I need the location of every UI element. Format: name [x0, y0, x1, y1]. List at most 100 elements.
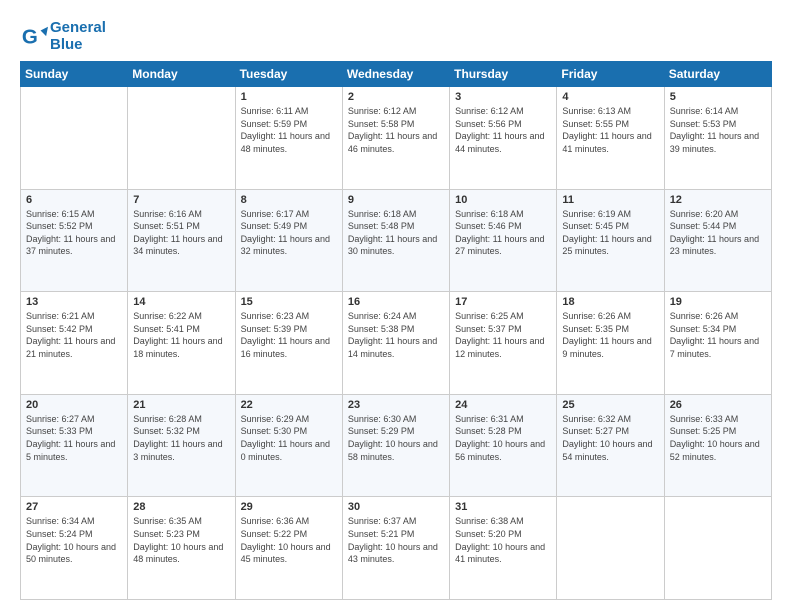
- day-cell-21: 21 Sunrise: 6:28 AM Sunset: 5:32 PM Dayli…: [128, 394, 235, 497]
- weekday-header-monday: Monday: [128, 62, 235, 87]
- day-info: Sunrise: 6:13 AM Sunset: 5:55 PM Dayligh…: [562, 105, 658, 155]
- logo-blue: Blue: [50, 37, 106, 54]
- day-cell-7: 7 Sunrise: 6:16 AM Sunset: 5:51 PM Daylig…: [128, 189, 235, 292]
- week-row-4: 20Sunrise: 6:27 AM Sunset: 5:33 PM Dayli…: [21, 394, 772, 497]
- logo-icon: G: [20, 23, 48, 51]
- day-info: Sunrise: 6:26 AM Sunset: 5:35 PM Dayligh…: [562, 310, 658, 360]
- weekday-header-sunday: Sunday: [21, 62, 128, 87]
- day-info: Sunrise: 6:11 AM Sunset: 5:59 PM Dayligh…: [241, 105, 337, 155]
- day-cell-5: 5 Sunrise: 6:14 AM Sunset: 5:53 PM Daylig…: [664, 87, 771, 190]
- day-number: 1: [241, 91, 337, 103]
- day-cell-30: 30Sunrise: 6:37 AM Sunset: 5:21 PM Dayli…: [342, 497, 449, 600]
- header: G General Blue: [20, 16, 772, 53]
- day-cell-31: 31 Sunrise: 6:38 AM Sunset: 5:20 PM Dayli…: [450, 497, 557, 600]
- day-cell-10: 10 Sunrise: 6:18 AM Sunset: 5:46 PM Dayli…: [450, 189, 557, 292]
- day-number: 16: [348, 296, 444, 308]
- day-number: 9: [348, 194, 444, 206]
- day-number: 5: [670, 91, 766, 103]
- day-info: Sunrise: 6:29 AM Sunset: 5:30 PM Dayligh…: [241, 413, 337, 463]
- day-info: Sunrise: 6:18 AM Sunset: 5:48 PM Dayligh…: [348, 208, 444, 258]
- day-cell-23: 23Sunrise: 6:30 AM Sunset: 5:29 PM Dayli…: [342, 394, 449, 497]
- day-number: 8: [241, 194, 337, 206]
- day-info: Sunrise: 6:31 AM Sunset: 5:28 PM Dayligh…: [455, 413, 551, 463]
- day-number: 25: [562, 399, 658, 411]
- day-cell-2: 2 Sunrise: 6:12 AM Sunset: 5:58 PM Daylig…: [342, 87, 449, 190]
- day-cell-26: 26 Sunrise: 6:33 AM Sunset: 5:25 PM Dayli…: [664, 394, 771, 497]
- logo: G General Blue: [20, 20, 106, 53]
- day-number: 22: [241, 399, 337, 411]
- day-cell-12: 12 Sunrise: 6:20 AM Sunset: 5:44 PM Dayli…: [664, 189, 771, 292]
- weekday-header-friday: Friday: [557, 62, 664, 87]
- day-cell-25: 25 Sunrise: 6:32 AM Sunset: 5:27 PM Dayli…: [557, 394, 664, 497]
- day-cell-24: 24 Sunrise: 6:31 AM Sunset: 5:28 PM Dayli…: [450, 394, 557, 497]
- day-info: Sunrise: 6:14 AM Sunset: 5:53 PM Dayligh…: [670, 105, 766, 155]
- day-cell-20: 20Sunrise: 6:27 AM Sunset: 5:33 PM Dayli…: [21, 394, 128, 497]
- empty-cell: [664, 497, 771, 600]
- day-number: 12: [670, 194, 766, 206]
- day-number: 4: [562, 91, 658, 103]
- day-cell-29: 29 Sunrise: 6:36 AM Sunset: 5:22 PM Dayli…: [235, 497, 342, 600]
- day-info: Sunrise: 6:12 AM Sunset: 5:56 PM Dayligh…: [455, 105, 551, 155]
- day-number: 3: [455, 91, 551, 103]
- day-info: Sunrise: 6:24 AM Sunset: 5:38 PM Dayligh…: [348, 310, 444, 360]
- empty-cell: [128, 87, 235, 190]
- week-row-5: 27 Sunrise: 6:34 AM Sunset: 5:24 PM Dayli…: [21, 497, 772, 600]
- day-number: 7: [133, 194, 229, 206]
- day-info: Sunrise: 6:19 AM Sunset: 5:45 PM Dayligh…: [562, 208, 658, 258]
- day-number: 13: [26, 296, 122, 308]
- day-number: 23: [348, 399, 444, 411]
- day-info: Sunrise: 6:28 AM Sunset: 5:32 PM Dayligh…: [133, 413, 229, 463]
- day-number: 20: [26, 399, 122, 411]
- day-cell-6: 6Sunrise: 6:15 AM Sunset: 5:52 PM Daylig…: [21, 189, 128, 292]
- day-cell-1: 1 Sunrise: 6:11 AM Sunset: 5:59 PM Daylig…: [235, 87, 342, 190]
- day-cell-16: 16 Sunrise: 6:24 AM Sunset: 5:38 PM Dayli…: [342, 292, 449, 395]
- day-number: 15: [241, 296, 337, 308]
- day-cell-14: 14 Sunrise: 6:22 AM Sunset: 5:41 PM Dayli…: [128, 292, 235, 395]
- day-info: Sunrise: 6:17 AM Sunset: 5:49 PM Dayligh…: [241, 208, 337, 258]
- day-cell-3: 3 Sunrise: 6:12 AM Sunset: 5:56 PM Daylig…: [450, 87, 557, 190]
- day-info: Sunrise: 6:33 AM Sunset: 5:25 PM Dayligh…: [670, 413, 766, 463]
- logo-general: General: [50, 20, 106, 37]
- day-number: 2: [348, 91, 444, 103]
- day-info: Sunrise: 6:34 AM Sunset: 5:24 PM Dayligh…: [26, 515, 122, 565]
- week-row-1: 1 Sunrise: 6:11 AM Sunset: 5:59 PM Daylig…: [21, 87, 772, 190]
- day-info: Sunrise: 6:35 AM Sunset: 5:23 PM Dayligh…: [133, 515, 229, 565]
- day-info: Sunrise: 6:38 AM Sunset: 5:20 PM Dayligh…: [455, 515, 551, 565]
- day-number: 14: [133, 296, 229, 308]
- week-row-2: 6Sunrise: 6:15 AM Sunset: 5:52 PM Daylig…: [21, 189, 772, 292]
- day-info: Sunrise: 6:18 AM Sunset: 5:46 PM Dayligh…: [455, 208, 551, 258]
- day-info: Sunrise: 6:12 AM Sunset: 5:58 PM Dayligh…: [348, 105, 444, 155]
- day-number: 6: [26, 194, 122, 206]
- day-number: 29: [241, 501, 337, 513]
- weekday-header-thursday: Thursday: [450, 62, 557, 87]
- day-info: Sunrise: 6:37 AM Sunset: 5:21 PM Dayligh…: [348, 515, 444, 565]
- day-cell-11: 11 Sunrise: 6:19 AM Sunset: 5:45 PM Dayli…: [557, 189, 664, 292]
- day-info: Sunrise: 6:20 AM Sunset: 5:44 PM Dayligh…: [670, 208, 766, 258]
- week-row-3: 13 Sunrise: 6:21 AM Sunset: 5:42 PM Dayli…: [21, 292, 772, 395]
- day-number: 10: [455, 194, 551, 206]
- day-number: 26: [670, 399, 766, 411]
- day-info: Sunrise: 6:21 AM Sunset: 5:42 PM Dayligh…: [26, 310, 122, 360]
- day-number: 27: [26, 501, 122, 513]
- day-info: Sunrise: 6:26 AM Sunset: 5:34 PM Dayligh…: [670, 310, 766, 360]
- svg-text:G: G: [22, 25, 38, 48]
- day-cell-9: 9 Sunrise: 6:18 AM Sunset: 5:48 PM Daylig…: [342, 189, 449, 292]
- day-info: Sunrise: 6:23 AM Sunset: 5:39 PM Dayligh…: [241, 310, 337, 360]
- day-number: 21: [133, 399, 229, 411]
- day-info: Sunrise: 6:36 AM Sunset: 5:22 PM Dayligh…: [241, 515, 337, 565]
- day-cell-27: 27 Sunrise: 6:34 AM Sunset: 5:24 PM Dayli…: [21, 497, 128, 600]
- day-info: Sunrise: 6:32 AM Sunset: 5:27 PM Dayligh…: [562, 413, 658, 463]
- day-number: 31: [455, 501, 551, 513]
- calendar-table: SundayMondayTuesdayWednesdayThursdayFrid…: [20, 61, 772, 600]
- day-number: 24: [455, 399, 551, 411]
- day-cell-17: 17Sunrise: 6:25 AM Sunset: 5:37 PM Dayli…: [450, 292, 557, 395]
- day-number: 19: [670, 296, 766, 308]
- day-number: 11: [562, 194, 658, 206]
- day-cell-22: 22 Sunrise: 6:29 AM Sunset: 5:30 PM Dayli…: [235, 394, 342, 497]
- day-cell-15: 15 Sunrise: 6:23 AM Sunset: 5:39 PM Dayli…: [235, 292, 342, 395]
- day-cell-18: 18Sunrise: 6:26 AM Sunset: 5:35 PM Dayli…: [557, 292, 664, 395]
- day-info: Sunrise: 6:22 AM Sunset: 5:41 PM Dayligh…: [133, 310, 229, 360]
- day-info: Sunrise: 6:16 AM Sunset: 5:51 PM Dayligh…: [133, 208, 229, 258]
- weekday-header-tuesday: Tuesday: [235, 62, 342, 87]
- day-cell-28: 28Sunrise: 6:35 AM Sunset: 5:23 PM Dayli…: [128, 497, 235, 600]
